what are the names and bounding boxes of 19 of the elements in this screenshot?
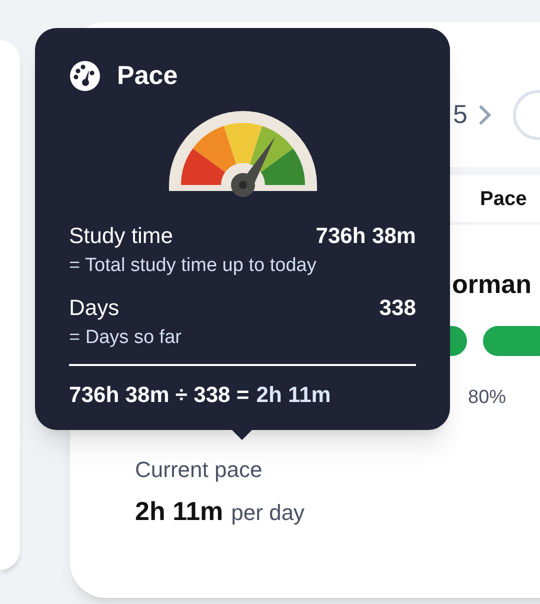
row-label: Study time xyxy=(69,222,173,250)
row-label: Days xyxy=(69,294,120,322)
row-value: 338 xyxy=(379,294,416,322)
current-pace-value: 2h 11m xyxy=(135,494,224,528)
row-note: = Total study time up to today xyxy=(69,254,318,278)
counter-text: 5 xyxy=(453,98,468,131)
percent-text: 80% xyxy=(468,387,506,408)
section-heading: orman xyxy=(452,269,532,299)
per-day-text: per day xyxy=(231,498,305,527)
result-value: 2h 11m xyxy=(256,381,331,409)
pace-tab[interactable]: Pace xyxy=(480,184,527,214)
chevron-right-icon[interactable] xyxy=(479,104,492,124)
progress-pill xyxy=(483,326,540,356)
row-note: = Days so far xyxy=(69,326,182,350)
row-value: 736h 38m xyxy=(316,222,416,250)
tooltip-title: Pace xyxy=(117,59,178,92)
current-pace-label: Current pace xyxy=(135,456,264,484)
formula-text: 736h 38m ÷ 338 = xyxy=(69,381,250,409)
gauge-icon xyxy=(69,60,101,92)
